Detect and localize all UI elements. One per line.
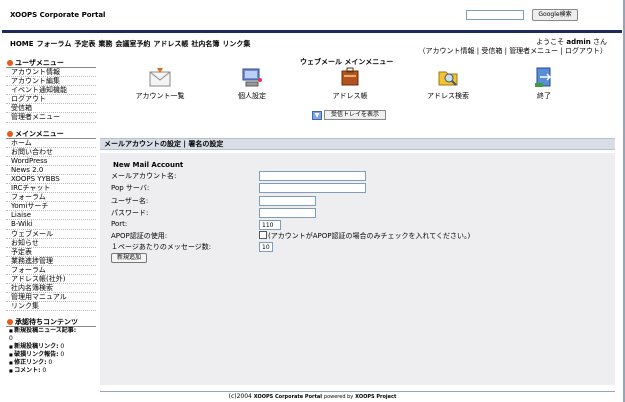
main-menu-item[interactable]: B-Wiki [6,220,96,230]
main-menu-item[interactable]: Liaise [6,211,96,221]
main-menu-item[interactable]: XOOPS YYBBS [6,175,96,185]
address-search-label: アドレス検索 [427,92,469,100]
nav-links[interactable]: リンク集 [222,40,250,48]
address-search-shortcut[interactable]: アドレス検索 [408,66,488,101]
port-label: Port: [111,220,128,228]
pop-server-input[interactable] [259,183,366,193]
search-input[interactable] [466,10,524,20]
user-menu-title: ユーザメニュー [6,58,96,68]
footer: (c)2004 XOOPS Corporate Portal powered b… [0,393,625,400]
exit-label: 終了 [537,92,551,100]
main-menu-item[interactable]: 予定表 [6,248,96,257]
main-menu-item[interactable]: 管理用マニュアル [6,293,96,303]
new-mail-account-form: New Mail Account メールアカウント名: Pop サーバ: ユーザ… [100,153,615,385]
main-menu-item[interactable]: フォーラム [6,193,96,203]
pending-item-news[interactable]: 新規投稿ニュース記事: [9,327,96,335]
address-search-icon [438,71,458,86]
address-book-label: アドレス帳 [332,92,368,100]
main-menu-item[interactable]: お問い合わせ [6,148,96,157]
user-menu-block: ユーザメニュー アカウント情報 アカウント編集 イベント通知機能 ログアウト 受… [6,58,96,123]
main-menu-item[interactable]: News 2.0 [6,166,96,175]
sidebar: ユーザメニュー アカウント情報 アカウント編集 イベント通知機能 ログアウト 受… [6,58,96,381]
footer-powered: powered by [323,394,354,400]
user-menu-item-account-edit[interactable]: アカウント編集 [6,77,96,87]
messages-per-page-label: １ページあたりのメッセージ数: [111,243,212,251]
address-book-icon [341,67,359,86]
main-menu-title: メインメニュー [6,129,96,139]
account-list-shortcut[interactable]: アカウント一覧 [120,66,200,101]
nav-business[interactable]: 業務 [98,40,112,48]
user-menu-item-notifications[interactable]: イベント通知機能 [6,86,96,96]
main-menu-item[interactable]: リンク集 [6,302,96,312]
section-tabs-bar[interactable]: メールアカウントの設定 | 署名の設定 [100,138,615,150]
top-navigation: HOME フォーラム 予定表 業務 会議室予約 アドレス帳 社内名簿 リンク集 [10,39,253,49]
site-title: XOOPS Corporate Portal [10,11,106,19]
apop-checkbox[interactable] [259,231,267,239]
form-heading: New Mail Account [113,161,184,169]
nav-home[interactable]: HOME [10,40,34,48]
webmail-icon-row: アカウント一覧 個人設定 アドレス帳 アドレス検索 終了 [120,66,580,106]
main-menu-item[interactable]: IRCチャット [6,184,96,194]
welcome-area: ようこそ admin さん （アカウント情報 | 受信箱 | 管理者メニュー |… [419,38,607,56]
main-menu-item[interactable]: フォーラム [6,266,96,275]
personal-settings-shortcut[interactable]: 個人設定 [212,66,292,101]
add-account-button[interactable]: 新規追加 [111,253,148,263]
account-name-label: メールアカウント名: [111,172,177,180]
pending-content-block: 承認待ちコンテンツ 新規投稿ニュース記事: 0 新規投稿リンク: 0 破損リンク… [6,317,96,375]
account-list-label: アカウント一覧 [135,92,185,100]
header-divider [2,30,622,33]
nav-forum[interactable]: フォーラム [37,40,72,48]
main-menu-item[interactable]: ホーム [6,139,96,148]
pending-content-title: 承認待ちコンテンツ [6,317,96,328]
main-menu-item[interactable]: Yomiサーチ [6,202,96,212]
inbox-tray-row: ▼ 受信トレイを表示 [312,110,387,120]
main-menu-item[interactable]: ウェブメール [6,230,96,239]
port-input[interactable] [259,220,281,230]
messages-per-page-input[interactable] [259,242,273,252]
apop-label: APOP認証の使用: [111,232,168,240]
main-menu-item[interactable]: 業務進捗管理 [6,257,96,266]
password-label: パスワード: [111,209,149,217]
username-label: ユーザー名: [111,197,149,205]
main-menu-item[interactable]: アドレス帳(社外) [6,275,96,285]
pending-item-modified-links[interactable]: 修正リンク: 0 [9,359,96,367]
welcome-links-1[interactable]: （アカウント情報 | 受信箱 | [419,47,507,55]
footer-divider [100,391,615,392]
welcome-suffix: さん [593,38,607,46]
user-menu-item-admin[interactable]: 管理者メニュー [6,113,96,123]
welcome-links-2[interactable]: 管理者メニュー | ログアウト） [509,47,607,55]
address-book-shortcut[interactable]: アドレス帳 [310,66,390,101]
pending-item-comments[interactable]: コメント: 0 [9,367,96,375]
google-search-button[interactable]: Google検索 [532,9,578,21]
nav-address-book[interactable]: アドレス帳 [153,40,188,48]
main-menu-item[interactable]: WordPress [6,157,96,166]
footer-project[interactable]: XOOPS Project [355,394,396,400]
user-menu-item-inbox[interactable]: 受信箱 [6,104,96,114]
personal-settings-label: 個人設定 [238,92,266,100]
chevron-down-icon[interactable]: ▼ [312,110,322,120]
account-name-input[interactable] [259,171,366,181]
footer-portal: XOOPS Corporate Portal [253,394,322,400]
apop-note: (アカウントがAPOP認証の場合のみチェックを入れてください。) [268,232,471,240]
user-menu-item-logout[interactable]: ログアウト [6,95,96,105]
main-menu-block: メインメニュー ホーム お問い合わせ WordPress News 2.0 XO… [6,129,96,312]
nav-room-reservation[interactable]: 会議室予約 [115,40,150,48]
welcome-username: admin [566,38,591,46]
nav-schedule[interactable]: 予定表 [74,40,95,48]
main-menu-item[interactable]: お知らせ [6,239,96,248]
pop-server-label: Pop サーバ: [111,184,150,192]
exit-shortcut[interactable]: 終了 [504,66,584,101]
computer-icon [242,68,262,87]
mail-envelope-icon [149,68,171,87]
site-header: XOOPS Corporate Portal Google検索 [0,0,623,30]
footer-copyright: (c)2004 [228,393,252,400]
username-input[interactable] [259,196,316,206]
show-inbox-button[interactable]: 受信トレイを表示 [324,110,387,120]
password-input[interactable] [259,208,316,218]
nav-staff-directory[interactable]: 社内名簿 [191,40,219,48]
main-menu-item[interactable]: 社内名簿検索 [6,284,96,294]
exit-door-icon [535,67,552,87]
user-menu-item-account-info[interactable]: アカウント情報 [6,68,96,78]
welcome-prefix: ようこそ [536,38,565,46]
